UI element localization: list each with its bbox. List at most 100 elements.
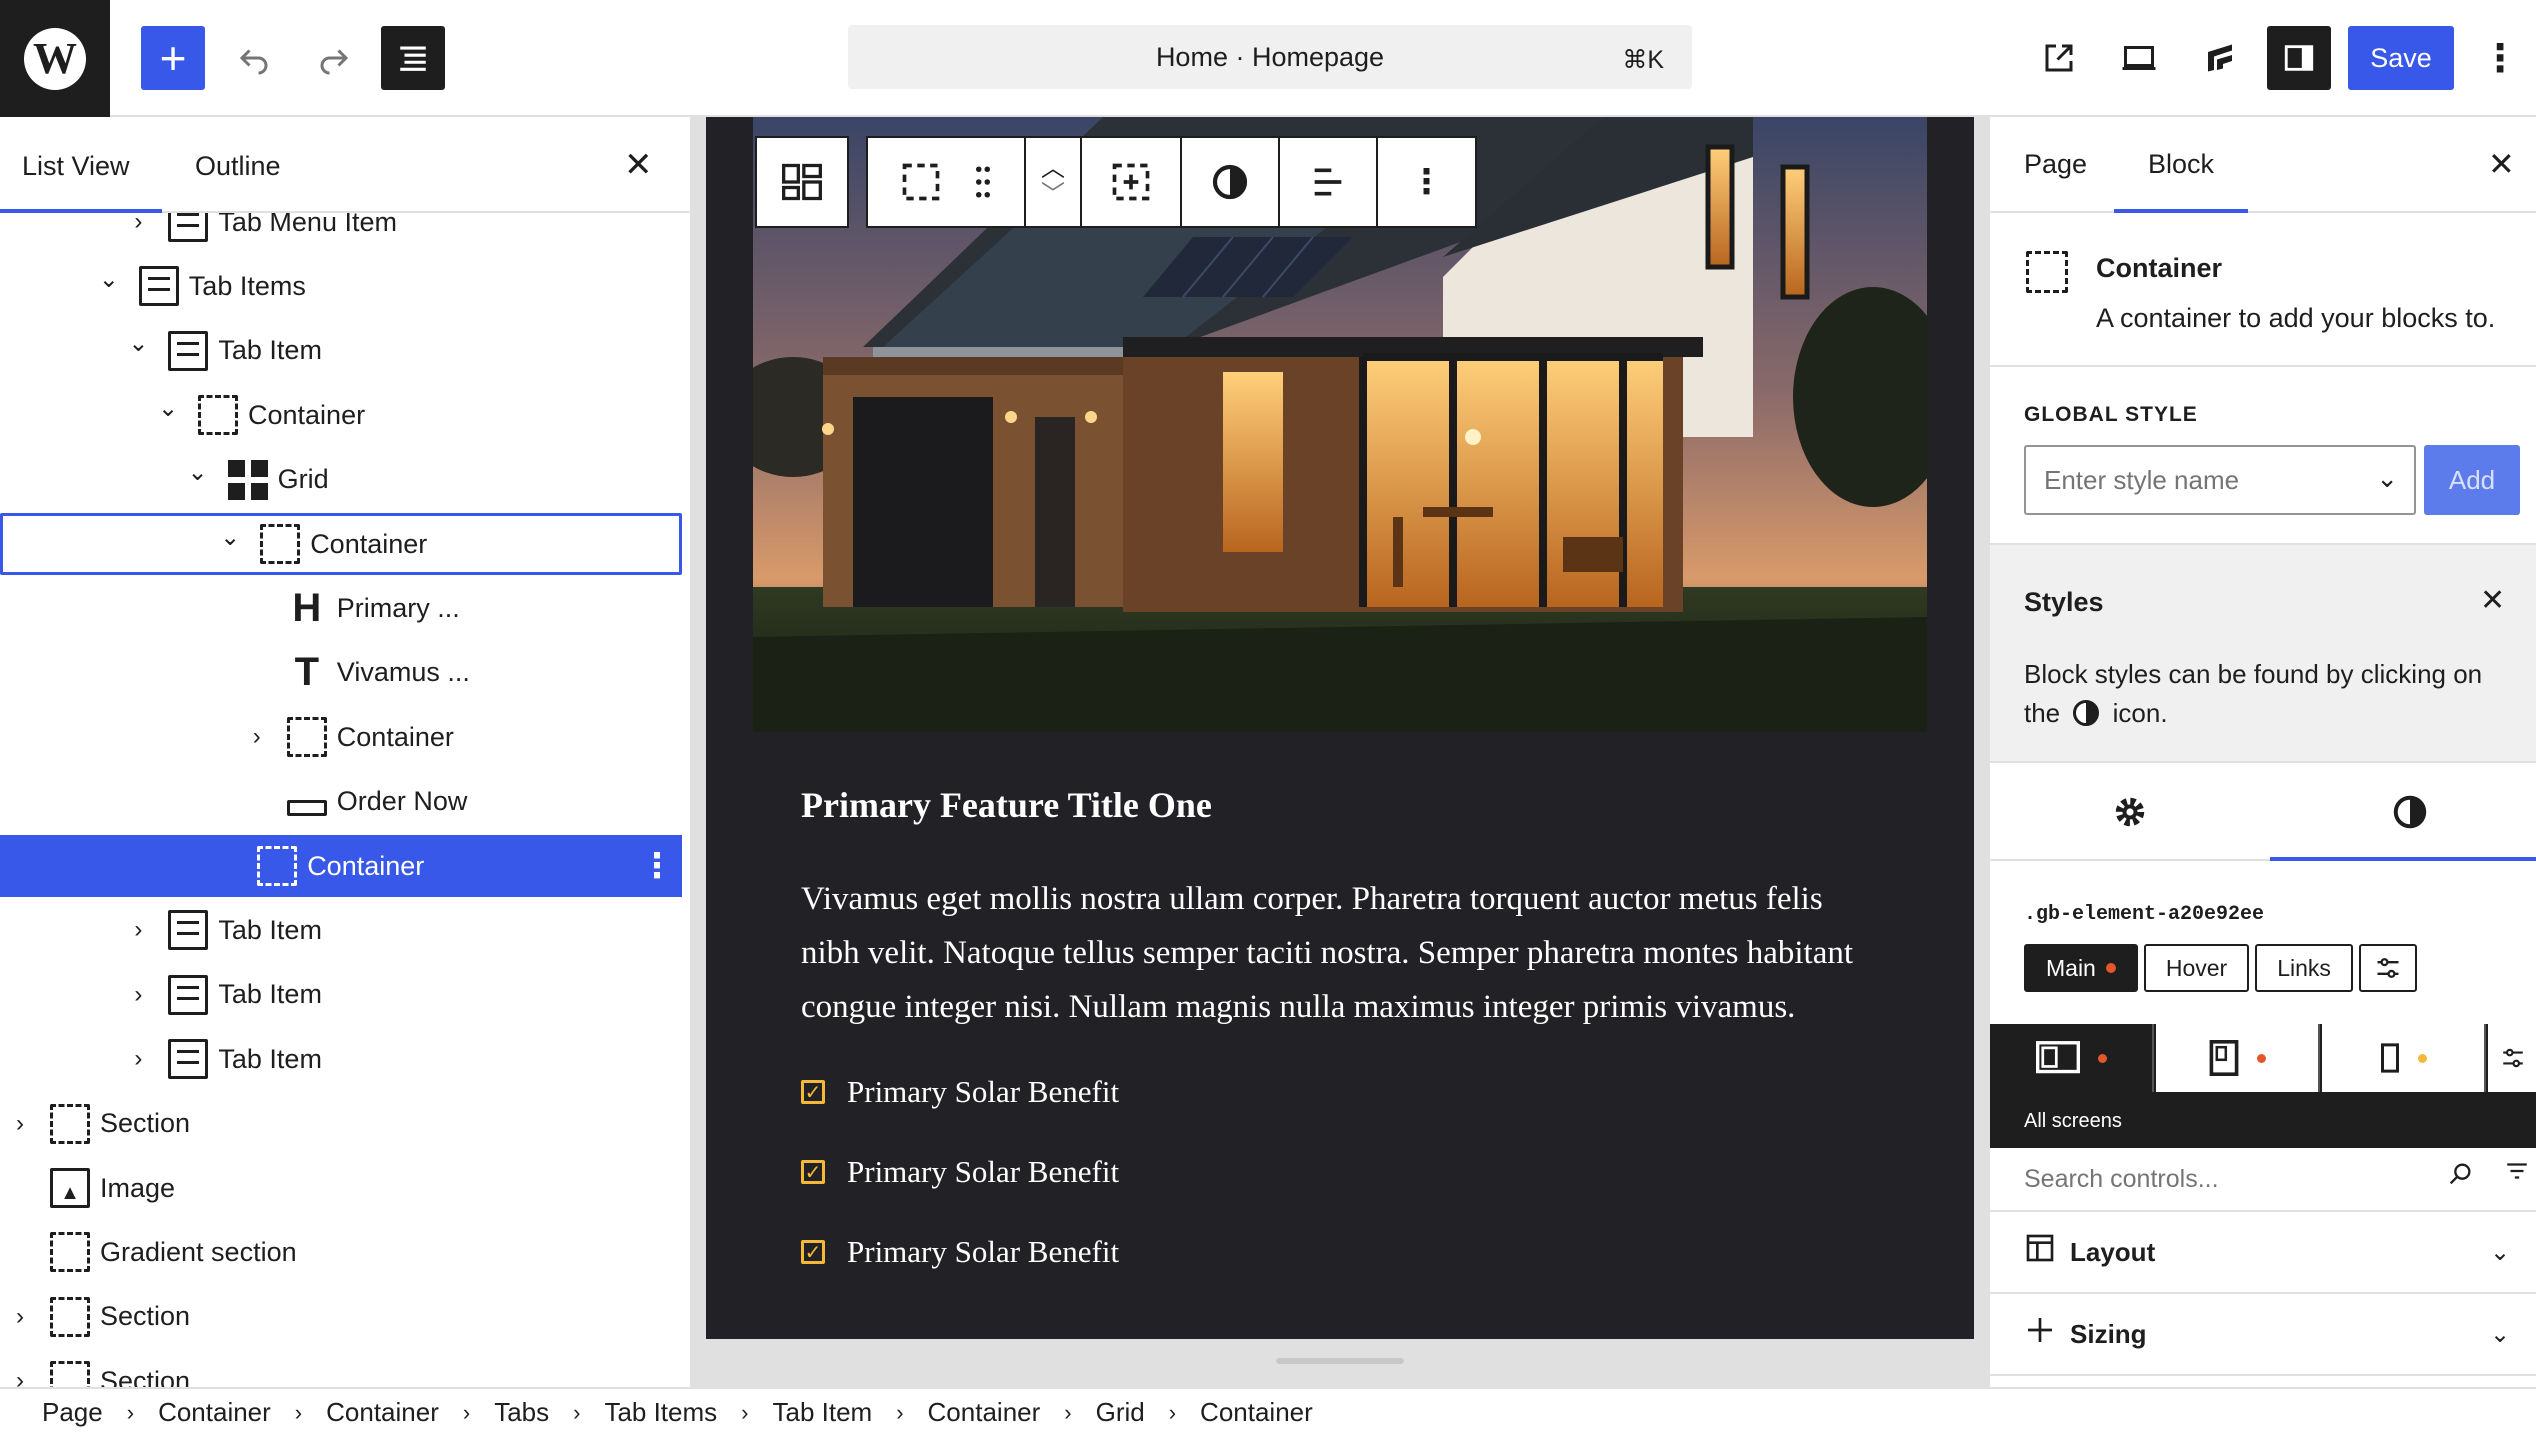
more-states-button[interactable] xyxy=(2358,944,2417,992)
list-view-item[interactable]: ▲ Image xyxy=(0,1157,682,1219)
list-view-item[interactable]: Gradient section xyxy=(0,1221,682,1283)
block-styles-button[interactable] xyxy=(1182,138,1280,226)
layout-icon xyxy=(2024,1232,2056,1272)
list-view-item[interactable]: ⌄ Container xyxy=(0,384,682,446)
move-up-down-buttons[interactable]: ︿ ﹀ xyxy=(1026,138,1082,226)
redo-button[interactable] xyxy=(302,26,366,90)
filter-icon[interactable] xyxy=(2504,1158,2530,1191)
options-menu-button[interactable]: ⋮ xyxy=(2470,26,2530,90)
feature-paragraph[interactable]: Vivamus eget mollis nostra ullam corper.… xyxy=(801,872,1881,1034)
list-view-item[interactable]: › Tab Item xyxy=(0,899,682,961)
list-view-item[interactable]: ⌄ Tab Item xyxy=(0,320,682,382)
tab-list-view[interactable]: List View xyxy=(22,151,130,182)
add-inner-container-button[interactable] xyxy=(1082,138,1182,226)
device-all-screens-tab[interactable] xyxy=(1990,1024,2154,1092)
list-view-item[interactable]: › Section xyxy=(0,1093,682,1155)
chevron-down-icon[interactable]: ⌄ xyxy=(95,265,123,294)
feature-heading[interactable]: Primary Feature Title One xyxy=(801,784,1212,826)
breadcrumb-item[interactable]: Tab Item xyxy=(772,1397,872,1428)
benefit-item[interactable]: ✓ Primary Solar Benefit xyxy=(801,1234,1119,1270)
search-controls-input[interactable] xyxy=(2010,1154,2430,1204)
tab-block[interactable]: Block xyxy=(2148,149,2214,180)
chevron-down-icon[interactable]: ⌄ xyxy=(154,394,182,423)
tab-settings[interactable] xyxy=(1990,763,2270,861)
list-view-item[interactable]: Order Now xyxy=(0,771,682,833)
list-view-item-label: Tab Items xyxy=(188,270,306,301)
global-style-select[interactable]: Enter style name ⌄ xyxy=(2024,445,2416,515)
wordpress-logo-button[interactable]: W xyxy=(0,0,110,117)
benefit-item[interactable]: ✓ Primary Solar Benefit xyxy=(801,1154,1119,1190)
device-options-button[interactable] xyxy=(2488,1024,2536,1092)
list-view-item[interactable]: › Tab Menu Item xyxy=(0,213,682,253)
document-overview-button[interactable] xyxy=(381,26,445,90)
state-hover-button[interactable]: Hover xyxy=(2143,944,2250,992)
undo-button[interactable] xyxy=(222,26,286,90)
list-view-item[interactable]: › Tab Item xyxy=(0,964,682,1026)
chevron-right-icon[interactable]: › xyxy=(6,1367,34,1387)
chevron-right-icon[interactable]: › xyxy=(6,1303,34,1331)
state-links-button[interactable]: Links xyxy=(2255,944,2353,992)
more-options-button[interactable]: ⋮ xyxy=(1378,138,1475,226)
breadcrumb-item[interactable]: Grid xyxy=(1096,1397,1145,1428)
canvas-resize-handle[interactable] xyxy=(1276,1358,1404,1364)
chevron-right-icon[interactable]: › xyxy=(124,916,152,944)
list-view-item-label: Tab Item xyxy=(218,979,322,1010)
breadcrumb-item[interactable]: Page xyxy=(42,1397,103,1428)
chevron-right-icon[interactable]: › xyxy=(124,981,152,1009)
dismiss-notice-button[interactable]: ✕ xyxy=(2480,583,2505,618)
chevron-down-icon[interactable]: ⌄ xyxy=(184,458,212,487)
save-button[interactable]: Save xyxy=(2348,26,2454,90)
block-type-button[interactable] xyxy=(868,138,1026,226)
device-tablet-tab[interactable] xyxy=(2156,1024,2320,1092)
breadcrumb-item[interactable]: Container xyxy=(326,1397,439,1428)
tab-page[interactable]: Page xyxy=(2024,149,2087,180)
close-list-view-button[interactable]: ✕ xyxy=(624,145,653,185)
breadcrumb-item[interactable]: Container xyxy=(1200,1397,1313,1428)
view-page-button[interactable] xyxy=(2027,26,2091,90)
add-global-style-button[interactable]: Add xyxy=(2424,445,2520,515)
list-view-item[interactable]: ⌄ Tab Items xyxy=(0,255,682,317)
breadcrumb-item[interactable]: Tab Items xyxy=(604,1397,717,1428)
list-view-item[interactable]: › Tab Item xyxy=(0,1028,682,1090)
chevron-right-icon[interactable]: › xyxy=(124,213,152,236)
drag-handle-icon[interactable] xyxy=(973,165,993,199)
generateblocks-button[interactable] xyxy=(2188,26,2252,90)
chevron-right-icon[interactable]: › xyxy=(243,723,271,751)
close-sidebar-button[interactable]: ✕ xyxy=(2488,145,2515,183)
state-main-button[interactable]: Main xyxy=(2024,944,2138,992)
tab-outline[interactable]: Outline xyxy=(195,151,281,182)
chevron-right-icon[interactable]: › xyxy=(6,1110,34,1138)
list-view-item[interactable]: › Container xyxy=(0,706,682,768)
list-view-item[interactable]: › Section xyxy=(0,1350,682,1387)
chevron-up-icon[interactable]: ︿ xyxy=(1041,157,1065,181)
sizing-panel-toggle[interactable]: Sizing ⌄ xyxy=(1990,1294,2536,1376)
settings-sidebar-toggle[interactable] xyxy=(2267,26,2331,90)
list-view-item[interactable]: ⌄ Container xyxy=(0,513,682,575)
breadcrumb-item[interactable]: Container xyxy=(928,1397,1041,1428)
layout-panel-toggle[interactable]: Layout ⌄ xyxy=(1990,1212,2536,1294)
chevron-down-icon[interactable]: ﹀ xyxy=(1041,183,1065,207)
device-mobile-tab[interactable] xyxy=(2322,1024,2486,1092)
select-parent-button[interactable] xyxy=(755,136,849,228)
chevron-right-icon[interactable]: › xyxy=(124,1045,152,1073)
chevron-down-icon: ⌄ xyxy=(2490,1320,2511,1348)
command-palette-button[interactable]: Home · Homepage ⌘K xyxy=(848,25,1692,89)
breadcrumb-item[interactable]: Tabs xyxy=(494,1397,549,1428)
button-icon xyxy=(286,799,327,816)
tab-styles[interactable] xyxy=(2270,763,2536,861)
list-view-item[interactable]: T Vivamus ... xyxy=(0,642,682,704)
benefit-item[interactable]: ✓ Primary Solar Benefit xyxy=(801,1074,1119,1110)
device-preview-button[interactable] xyxy=(2107,26,2171,90)
list-view-item[interactable]: › Section xyxy=(0,1286,682,1348)
align-button[interactable] xyxy=(1280,138,1378,226)
breadcrumb-item[interactable]: Container xyxy=(158,1397,271,1428)
feature-card[interactable]: Primary Feature Title One Vivamus eget m… xyxy=(753,732,1927,1339)
list-view-item[interactable]: H Primary ... xyxy=(0,577,682,639)
heading-icon: H xyxy=(292,585,322,630)
list-view-item[interactable]: Container ⋮ xyxy=(0,835,682,897)
chevron-down-icon[interactable]: ⌄ xyxy=(124,329,152,358)
list-view-item[interactable]: ⌄ Grid xyxy=(0,449,682,511)
more-vertical-icon[interactable]: ⋮ xyxy=(640,846,674,886)
block-inserter-button[interactable]: + xyxy=(141,26,205,90)
chevron-down-icon[interactable]: ⌄ xyxy=(216,523,244,552)
